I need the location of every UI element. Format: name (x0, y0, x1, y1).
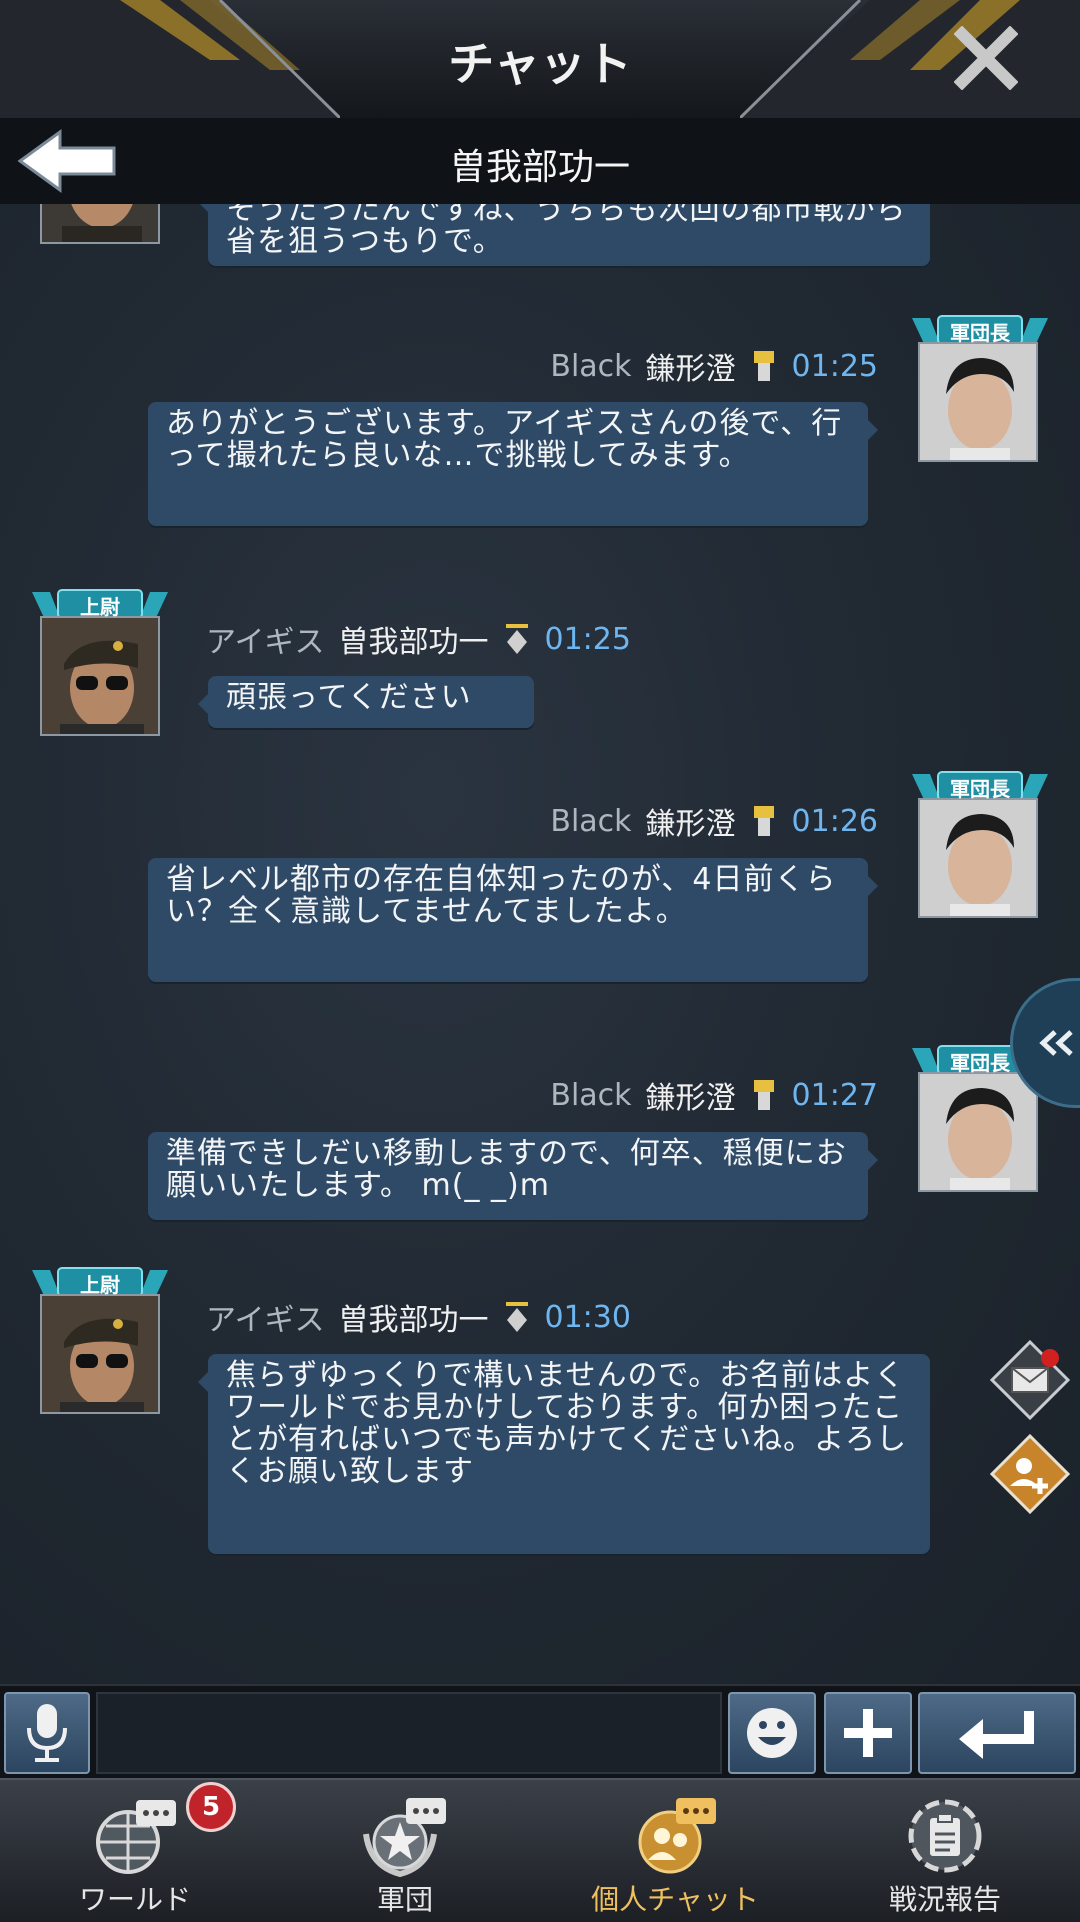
tab-label: 戦況報告 (888, 1883, 1001, 1916)
officer-portrait-icon (42, 1296, 158, 1412)
mail-button[interactable] (989, 1339, 1071, 1421)
conversation-partner-name: 曽我部功一 (449, 147, 630, 188)
sender-name[interactable]: 曽我部功一 (339, 1295, 489, 1339)
voice-input-button[interactable] (4, 1692, 90, 1774)
message-meta: アイギス 曽我部功一 01:25 (206, 617, 631, 661)
rank-medal-icon (505, 1302, 528, 1332)
double-chevron-left-icon (1039, 1030, 1073, 1056)
microphone-icon (27, 1704, 67, 1762)
avatar[interactable] (40, 616, 160, 736)
avatar[interactable] (918, 342, 1038, 462)
message-input-bar (0, 1684, 1080, 1780)
message-time: 01:30 (544, 1299, 631, 1335)
message-time: 01:25 (544, 621, 631, 657)
rank-medal-icon (753, 351, 774, 381)
chat-message-list[interactable]: そうだったんですね、うちらも次回の都市戦から省を狙うつもりで。 軍団長 Blac… (0, 204, 1080, 1684)
enter-arrow-icon (959, 1711, 1034, 1759)
message-bubble: ありがとうございます。アイギスさんの後で、行って撮れたら良いな…で挑戦してみます… (148, 402, 878, 526)
alliance-name: アイギス (206, 1303, 325, 1338)
officer-portrait-icon (42, 204, 158, 242)
legion-chat-icon (363, 1798, 446, 1878)
player-portrait-icon (920, 800, 1036, 916)
tab-battle-report[interactable]: 戦況報告 (810, 1780, 1080, 1922)
close-icon (954, 26, 1018, 90)
player-portrait-icon (920, 344, 1036, 460)
message-bubble: 焦らずゆっくりで構いませんので。お名前はよくワールドでお見かけしております。何か… (198, 1354, 930, 1554)
private-chat-icon (638, 1798, 716, 1874)
message-input[interactable] (96, 1692, 722, 1774)
smiley-icon (747, 1708, 797, 1758)
world-chat-icon (96, 1800, 176, 1874)
message-time: 01:25 (791, 348, 878, 384)
unread-count-badge: 5 (186, 1782, 236, 1832)
rank-medal-icon (753, 806, 774, 836)
message-time: 01:26 (791, 803, 878, 839)
add-friend-icon (989, 1433, 1071, 1515)
message-meta: Black 鎌形澄 01:25 (550, 344, 878, 388)
emoji-button[interactable] (728, 1692, 816, 1774)
officer-portrait-icon (42, 618, 158, 734)
rank-medal-icon (505, 624, 528, 654)
send-button[interactable] (918, 1692, 1076, 1774)
message-meta: Black 鎌形澄 01:27 (550, 1073, 878, 1117)
rank-medal-icon (753, 1080, 774, 1110)
alliance-name: Black (550, 803, 632, 839)
message-meta: アイギス 曽我部功一 01:30 (206, 1295, 631, 1339)
sender-name[interactable]: 鎌形澄 (646, 344, 736, 388)
message-bubble: そうだったんですね、うちらも次回の都市戦から省を狙うつもりで。 (198, 204, 930, 266)
avatar[interactable] (40, 204, 160, 244)
message-bubble: 頑張ってください (198, 676, 534, 728)
sender-name[interactable]: 鎌形澄 (646, 1073, 736, 1117)
alliance-name: アイギス (206, 625, 325, 660)
avatar[interactable] (918, 798, 1038, 918)
message-time: 01:27 (791, 1077, 878, 1113)
tab-world[interactable]: 5 ワールド (0, 1780, 270, 1922)
message-bubble: 準備できしだい移動しますので、何卒、穏便にお願いいたします。 m(_ _)m (148, 1132, 878, 1220)
avatar[interactable] (40, 1294, 160, 1414)
message-meta: Black 鎌形澄 01:26 (550, 799, 878, 843)
conversation-header: 曽我部功一 (0, 118, 1080, 204)
alliance-name: Black (550, 348, 632, 384)
title-bar: チャット (0, 0, 1080, 120)
tab-label: ワールド (78, 1883, 191, 1916)
tab-legion[interactable]: 軍団 (270, 1780, 540, 1922)
mail-icon (989, 1339, 1071, 1421)
avatar[interactable] (918, 1072, 1038, 1192)
page-title: チャット (448, 37, 632, 91)
plus-icon (844, 1709, 892, 1757)
message-bubble: 省レベル都市の存在自体知ったのが、4日前くらい？全く意識してませんてましたよ。 (148, 858, 878, 982)
alliance-name: Black (550, 1077, 632, 1113)
add-friend-button[interactable] (989, 1433, 1071, 1515)
bottom-navigation: 5 ワールド 軍団 個人チャット 戦況報告 (0, 1778, 1080, 1922)
sender-name[interactable]: 鎌形澄 (646, 799, 736, 843)
battle-report-icon (908, 1799, 982, 1873)
player-portrait-icon (920, 1074, 1036, 1190)
close-button[interactable] (950, 22, 1022, 94)
tab-label: 軍団 (376, 1883, 433, 1916)
tab-label: 個人チャット (591, 1883, 759, 1916)
attach-button[interactable] (824, 1692, 912, 1774)
tab-private-chat[interactable]: 個人チャット (540, 1780, 810, 1922)
sender-name[interactable]: 曽我部功一 (339, 617, 489, 661)
